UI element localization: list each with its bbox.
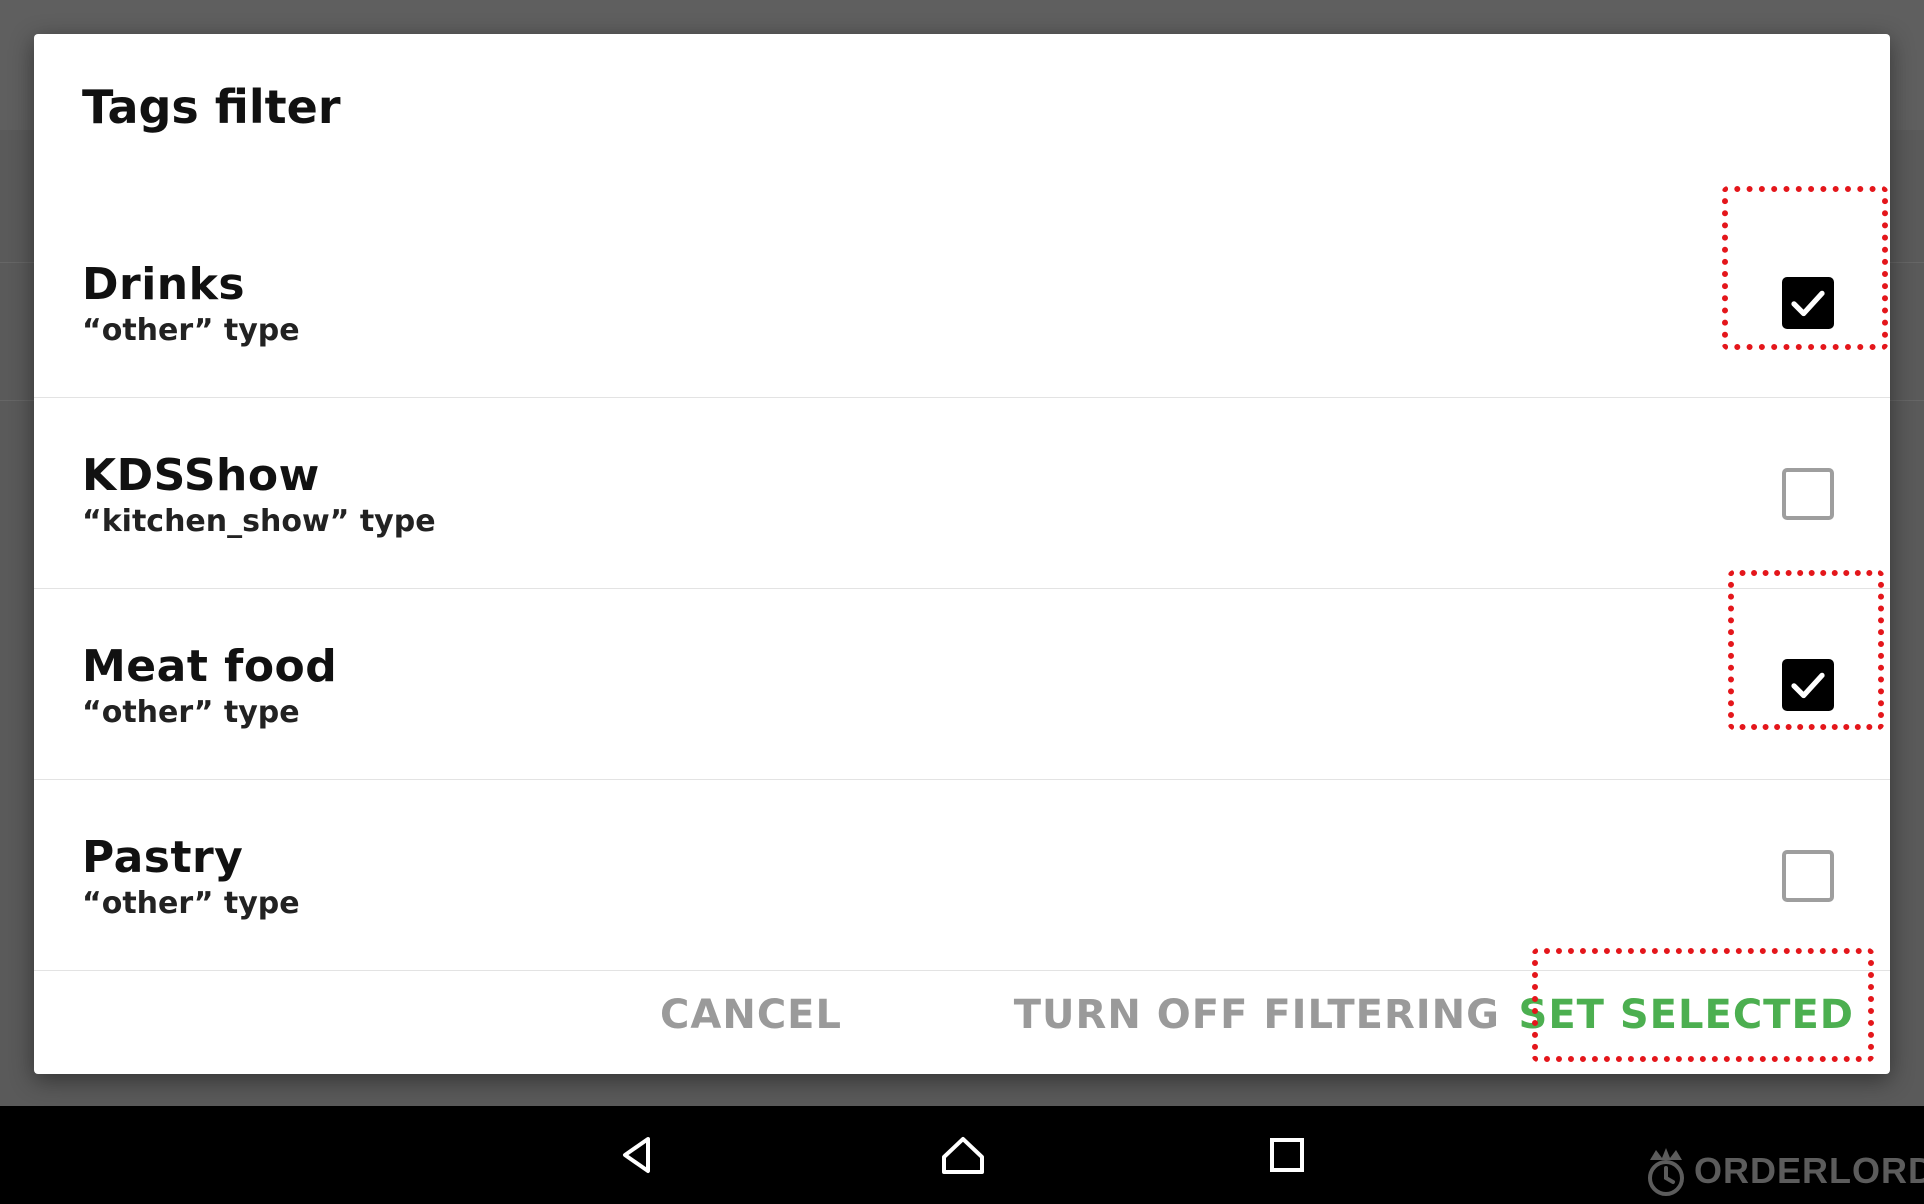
back-triangle-icon (623, 1137, 650, 1173)
set-selected-button[interactable]: SET SELECTED (1519, 992, 1854, 1038)
dialog-title: Tags filter (82, 80, 341, 134)
tag-row-kdsshow[interactable]: KDSShow “kitchen_show” type (34, 398, 1890, 589)
tag-row-drinks[interactable]: Drinks “other” type (34, 207, 1890, 398)
tag-name: Pastry (82, 832, 244, 883)
orderlord-watermark: ORDERLORD (1640, 1144, 1924, 1198)
home-icon (942, 1137, 984, 1174)
tag-name: KDSShow (82, 450, 320, 501)
tag-checkbox-kdsshow[interactable] (1782, 468, 1834, 520)
tag-list: Drinks “other” type KDSShow “kitchen_sho… (34, 207, 1890, 971)
recent-apps-icon (1270, 1138, 1304, 1172)
tag-checkbox-pastry[interactable] (1782, 850, 1834, 902)
tag-name: Drinks (82, 259, 246, 310)
tag-checkbox-meat-food[interactable] (1782, 659, 1834, 711)
crown-clock-logo-icon (1648, 1148, 1684, 1196)
back-button[interactable] (612, 1130, 662, 1180)
dialog-actions: CANCEL TURN OFF FILTERING SET SELECTED (34, 974, 1890, 1054)
tags-filter-dialog: Tags filter Drinks “other” type KDSShow … (34, 34, 1890, 1074)
tag-type: “other” type (82, 886, 300, 921)
turn-off-filtering-button[interactable]: TURN OFF FILTERING (1014, 992, 1500, 1038)
tag-type: “other” type (82, 695, 300, 730)
checkmark-icon (1791, 672, 1825, 699)
tag-row-meat-food[interactable]: Meat food “other” type (34, 589, 1890, 780)
checkmark-icon (1791, 290, 1825, 317)
tag-type: “kitchen_show” type (82, 504, 436, 539)
recent-apps-button[interactable] (1262, 1130, 1312, 1180)
tag-name: Meat food (82, 641, 338, 692)
system-navigation-bar (0, 1106, 1924, 1204)
tag-row-pastry[interactable]: Pastry “other” type (34, 780, 1890, 971)
cancel-button[interactable]: CANCEL (660, 992, 842, 1038)
tag-type: “other” type (82, 313, 300, 348)
watermark-text: ORDERLORD (1694, 1150, 1924, 1191)
home-button[interactable] (938, 1130, 988, 1180)
tag-checkbox-drinks[interactable] (1782, 277, 1834, 329)
